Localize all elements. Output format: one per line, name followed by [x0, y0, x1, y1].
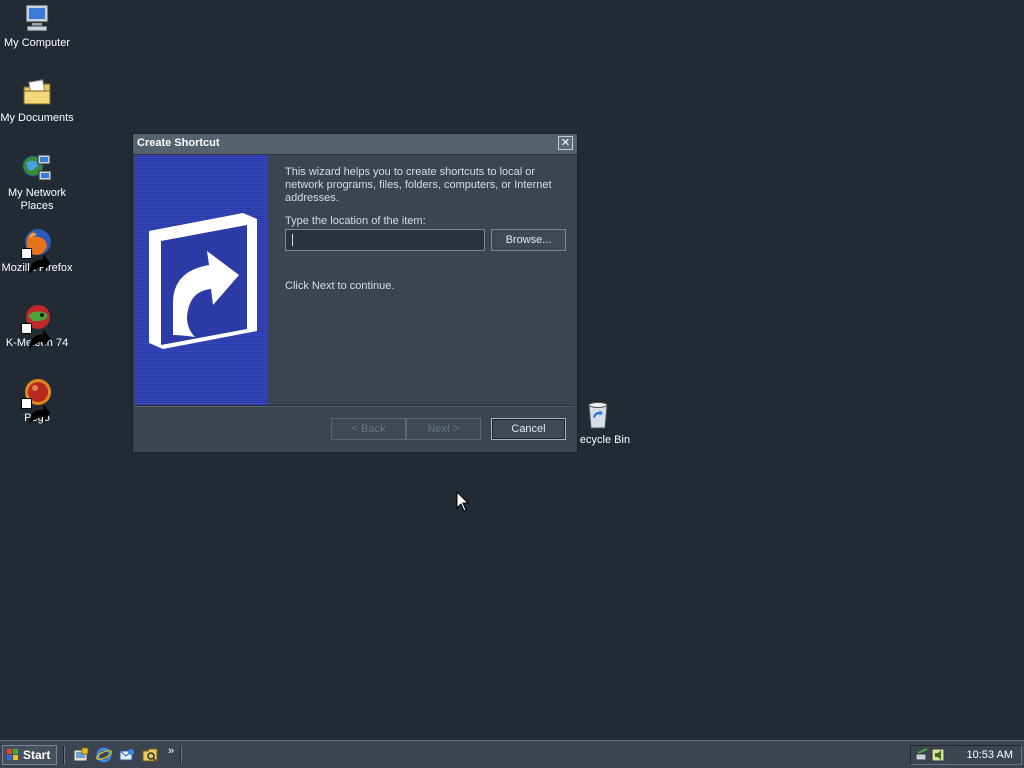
- close-button[interactable]: ✕: [558, 136, 573, 150]
- system-tray: 10:53 AM: [910, 745, 1022, 765]
- shortcut-arrow-icon: [21, 323, 51, 349]
- dialog-title: Create Shortcut: [137, 137, 220, 149]
- pego-icon: [21, 377, 53, 424]
- desktop-icon-label: My Network Places: [7, 187, 67, 212]
- recycle-bin-icon: [582, 399, 614, 431]
- browse-button[interactable]: Browse...: [491, 229, 566, 251]
- next-button[interactable]: Next >: [406, 418, 481, 440]
- volume-tray-icon[interactable]: [931, 748, 945, 762]
- wizard-content: This wizard helps you to create shortcut…: [285, 166, 570, 292]
- shortcut-wizard-icon: [149, 213, 257, 349]
- continue-hint: Click Next to continue.: [285, 280, 395, 292]
- taskbar-separator: [180, 746, 182, 764]
- wizard-intro-text: This wizard helps you to create shortcut…: [285, 166, 552, 204]
- computer-icon: [21, 2, 53, 34]
- start-label: Start: [23, 748, 51, 762]
- desktop-icon-my-computer[interactable]: My Computer: [0, 2, 74, 50]
- explorer-icon[interactable]: [142, 747, 158, 763]
- desktop-icon-label: My Computer: [3, 37, 71, 49]
- dialog-titlebar[interactable]: Create Shortcut ✕: [133, 134, 577, 155]
- shortcut-arrow-icon: [21, 248, 51, 274]
- start-button[interactable]: Start: [2, 745, 57, 765]
- taskbar: Start » 10:53 AM: [0, 740, 1024, 768]
- back-button[interactable]: < Back: [331, 418, 406, 440]
- taskbar-separator: [63, 746, 65, 764]
- desktop-icon-mozilla-firefox[interactable]: Mozilla Firefox: [0, 227, 74, 275]
- clock[interactable]: 10:53 AM: [967, 749, 1013, 761]
- quick-launch-chevron[interactable]: »: [168, 745, 174, 757]
- cancel-button[interactable]: Cancel: [491, 418, 566, 440]
- create-shortcut-dialog: Create Shortcut ✕ This wizard helps you …: [132, 133, 578, 453]
- windows-flag-icon: [7, 749, 18, 760]
- location-label: Type the location of the item:: [285, 215, 426, 227]
- desktop-icon-my-network-places[interactable]: My Network Places: [0, 152, 74, 213]
- kmeleon-icon: [21, 302, 53, 349]
- documents-folder-icon: [21, 77, 53, 109]
- internet-explorer-icon[interactable]: [96, 747, 112, 763]
- network-places-icon: [21, 152, 53, 184]
- text-caret: [292, 234, 293, 246]
- desktop-icon-label: My Documents: [0, 112, 74, 124]
- firefox-icon: [21, 227, 53, 274]
- mouse-cursor-icon: [456, 491, 470, 512]
- dialog-separator: [135, 405, 575, 407]
- location-input[interactable]: [285, 229, 485, 251]
- desktop-icon-pego[interactable]: Pego: [0, 377, 74, 425]
- desktop-icon-k-meleon[interactable]: K-Meleon 74: [0, 302, 74, 350]
- shortcut-arrow-icon: [21, 398, 51, 424]
- desktop-icon-my-documents[interactable]: My Documents: [0, 77, 74, 125]
- show-desktop-icon[interactable]: [73, 747, 89, 763]
- network-tray-icon[interactable]: [915, 748, 929, 762]
- wizard-banner: [135, 155, 268, 405]
- outlook-express-icon[interactable]: [119, 747, 135, 763]
